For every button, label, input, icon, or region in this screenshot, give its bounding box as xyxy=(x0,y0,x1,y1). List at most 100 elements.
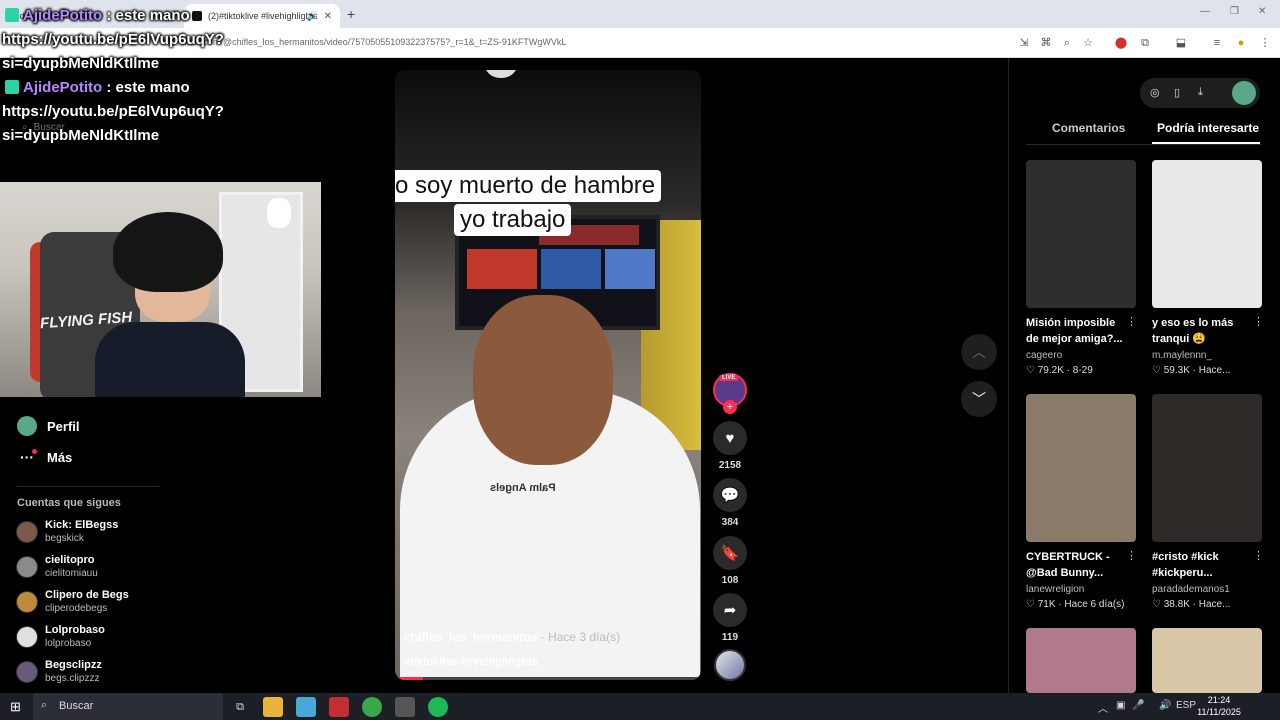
more-options-icon[interactable]: ⋮ xyxy=(1126,315,1137,328)
more-options-icon[interactable]: ⋮ xyxy=(1126,549,1137,562)
tv-tile xyxy=(605,249,655,289)
share-button[interactable]: ➦ xyxy=(713,593,747,627)
search-icon: ⌕ xyxy=(41,699,48,711)
tray-chevron-icon[interactable]: ︿ xyxy=(1098,700,1108,715)
share-count: 119 xyxy=(721,632,739,643)
obs-icon[interactable] xyxy=(395,697,415,717)
previous-video-button[interactable]: ︿ xyxy=(961,334,997,370)
more-options-icon[interactable]: ⋮ xyxy=(1253,315,1264,328)
close-window-icon[interactable]: ✕ xyxy=(1258,6,1266,17)
caption-line-1: o soy muerto de hambre xyxy=(395,170,662,202)
windows-start-icon[interactable]: ⊞ xyxy=(10,699,21,715)
account-avatar xyxy=(16,521,38,543)
tray-app-icon[interactable]: ▣ xyxy=(1116,700,1125,711)
video-author[interactable]: chifles_los_hermanitos · Hace 3 día(s) xyxy=(404,630,620,644)
profile-icon[interactable]: ● xyxy=(1233,35,1249,51)
recommended-author[interactable]: cageero xyxy=(1026,350,1062,361)
zoom-icon[interactable]: ⌕ xyxy=(1059,35,1075,51)
translate-icon[interactable]: ⌘ xyxy=(1038,35,1054,51)
spotify-icon[interactable] xyxy=(428,697,448,717)
downloads-icon[interactable]: ⬓ xyxy=(1173,35,1189,51)
like-button[interactable]: ♥ xyxy=(713,421,747,455)
app-icon[interactable] xyxy=(329,697,349,717)
taskbar-search[interactable]: ⌕ Buscar xyxy=(33,693,223,720)
recommended-thumbnail[interactable] xyxy=(1026,160,1136,308)
account-name: cielitopro xyxy=(45,554,95,566)
recommended-thumbnail[interactable] xyxy=(1152,394,1262,542)
restore-icon[interactable]: ❐ xyxy=(1230,6,1239,17)
file-explorer-icon[interactable] xyxy=(263,697,283,717)
video-shirt-logo: Palm Angels xyxy=(490,482,556,494)
tab-comments[interactable]: Comentarios xyxy=(1052,121,1125,135)
following-item[interactable]: Lolprobaso lolprobaso xyxy=(16,621,105,653)
account-handle: cliperodebegs xyxy=(45,603,108,614)
recommended-author[interactable]: paradademanos1 xyxy=(1152,584,1230,595)
comment-count: 384 xyxy=(721,517,739,528)
save-button[interactable]: 🔖 xyxy=(713,536,747,570)
video-hashtags[interactable]: #tiktoklive #livehighlights xyxy=(404,656,538,668)
following-item[interactable]: cielitopro cielitomiauu xyxy=(16,551,98,583)
recommended-thumbnail[interactable] xyxy=(1152,160,1262,308)
webcam-hair xyxy=(113,212,223,292)
sidebar-item-label: Más xyxy=(47,449,73,465)
download-icon[interactable]: ⤓ xyxy=(1198,86,1203,99)
caption-line-2: yo trabajo xyxy=(454,204,572,236)
music-disc-icon[interactable] xyxy=(714,649,746,681)
next-video-button[interactable]: ﹀ xyxy=(961,381,997,417)
minimize-icon[interactable]: — xyxy=(1200,6,1210,17)
compass-icon[interactable]: ◎ xyxy=(1150,86,1160,99)
following-item[interactable]: Begsclipzz begs.clipzzz xyxy=(16,656,102,688)
adblock-icon[interactable]: ⬤ xyxy=(1113,35,1129,51)
volume-icon[interactable]: 🔊 xyxy=(1159,700,1171,711)
microphone-icon[interactable]: 🎤 xyxy=(1132,700,1144,711)
recommended-author[interactable]: m.maylennn_ xyxy=(1152,350,1212,361)
windows-taskbar: ⊞ ⌕ Buscar ⧉ ︿ ▣ 🎤 🔊 ESP 21:24 11/11/202… xyxy=(0,693,1280,720)
chrome-icon[interactable] xyxy=(362,697,382,717)
comment-button[interactable]: 💬 xyxy=(713,478,747,512)
media-icon[interactable]: ≡ xyxy=(1209,35,1225,51)
account-handle: begs.clipzzz xyxy=(45,673,100,684)
recommended-author[interactable]: lanewreligion xyxy=(1026,584,1084,595)
recommended-stats: ♡ 71K · Hace 6 día(s) xyxy=(1026,599,1125,610)
video-progress-bar[interactable] xyxy=(395,677,701,680)
sidebar-item-profile[interactable]: Perfil xyxy=(17,416,80,436)
task-view-icon[interactable]: ⧉ xyxy=(230,697,250,717)
taskbar-search-label: Buscar xyxy=(59,700,94,712)
recommended-title[interactable]: CYBERTRUCK - @Bad Bunny... xyxy=(1026,549,1126,581)
chat-line: AjidePotito : este mano xyxy=(2,4,332,28)
clock[interactable]: 21:24 11/11/2025 xyxy=(1196,694,1242,718)
more-options-icon[interactable]: ⋮ xyxy=(1253,549,1264,562)
chevron-up-icon: ︿ xyxy=(972,344,986,360)
follow-plus-icon[interactable]: + xyxy=(723,400,737,414)
bookmark-star-icon[interactable]: ☆ xyxy=(1080,35,1096,51)
language-indicator[interactable]: ESP xyxy=(1176,700,1196,711)
video-player[interactable]: Palm Angels o soy muerto de hambre yo tr… xyxy=(395,70,701,680)
author-name[interactable]: chifles_los_hermanitos xyxy=(404,630,537,644)
account-handle: begskick xyxy=(45,533,84,544)
install-icon[interactable]: ⇲ xyxy=(1016,35,1032,51)
account-name: Lolprobaso xyxy=(45,624,105,636)
recommended-thumbnail[interactable] xyxy=(1026,628,1136,693)
recommended-title[interactable]: #cristo #kick #kickperu... xyxy=(1152,549,1252,581)
webcam-person xyxy=(95,212,245,397)
chat-line: https://youtu.be/pE6lVup6uqY? xyxy=(2,100,332,124)
save-count: 108 xyxy=(721,575,739,586)
tab-recommended[interactable]: Podría interesarte xyxy=(1157,121,1259,135)
following-item[interactable]: Kick: ElBegss begskick xyxy=(16,516,118,548)
chat-badge-icon xyxy=(5,80,19,94)
chat-username: AjidePotito xyxy=(23,7,103,24)
recommended-thumbnail[interactable] xyxy=(1026,394,1136,542)
tv-tile xyxy=(541,249,601,289)
menu-kebab-icon[interactable]: ⋮ xyxy=(1257,35,1273,51)
app-icon[interactable] xyxy=(296,697,316,717)
phone-icon[interactable]: ▯ xyxy=(1174,86,1180,99)
following-item[interactable]: Clipero de Begs cliperodebegs xyxy=(16,586,129,618)
webcam-plush xyxy=(267,198,291,228)
recommended-thumbnail[interactable] xyxy=(1152,628,1262,693)
recommended-title[interactable]: y eso es lo más tranqui 😩 xyxy=(1152,315,1252,347)
sidebar-item-more[interactable]: ··· Más xyxy=(17,449,72,465)
new-tab-button[interactable]: + xyxy=(347,6,355,22)
extensions-icon[interactable]: ⧉ xyxy=(1137,35,1153,51)
recommended-title[interactable]: Misión imposible de mejor amiga?... xyxy=(1026,315,1126,347)
user-avatar[interactable] xyxy=(1232,81,1256,105)
